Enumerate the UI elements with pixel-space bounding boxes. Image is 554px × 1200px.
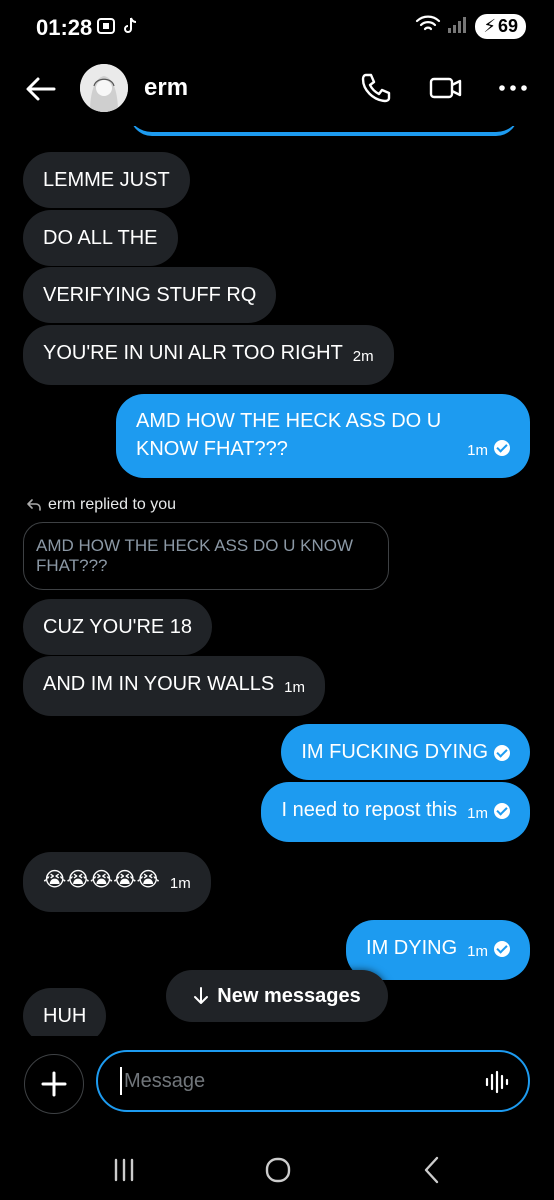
message-input[interactable] — [124, 1069, 464, 1093]
message-text: HUH — [43, 1005, 87, 1027]
message-text: AMD HOW THE HECK ASS DO U — [136, 410, 442, 432]
recent-apps-icon — [114, 1158, 134, 1182]
chat-header: erm — [0, 52, 554, 126]
message-outgoing[interactable]: IM DYING 1m — [346, 920, 530, 980]
system-back-button[interactable] — [414, 1152, 450, 1188]
message-text: CUZ YOU'RE 18 — [43, 616, 193, 638]
voice-call-button[interactable] — [357, 70, 393, 106]
status-time: 01:28 — [36, 15, 93, 40]
message-incoming[interactable]: VERIFYING STUFF RQ — [23, 267, 277, 323]
message-incoming[interactable]: CUZ YOU'RE 18 — [23, 599, 213, 655]
back-button[interactable] — [24, 72, 58, 106]
message-incoming[interactable]: 😭😭😭😭😭 1m — [23, 852, 211, 912]
video-camera-icon — [429, 77, 462, 99]
home-icon — [265, 1157, 291, 1183]
message-text: I need to repost this — [281, 799, 458, 821]
message-incoming[interactable]: LEMME JUST — [23, 152, 190, 208]
avatar-image — [80, 64, 128, 112]
add-attachment-button[interactable] — [24, 1054, 84, 1114]
composer — [0, 1036, 554, 1136]
message-text: AND IM IN YOUR WALLS — [43, 673, 275, 695]
read-check-icon — [494, 745, 510, 761]
contact-name[interactable]: erm — [144, 74, 188, 102]
quoted-message[interactable]: AMD HOW THE HECK ASS DO U KNOW FHAT??? — [23, 522, 389, 590]
message-text: KNOW FHAT??? — [136, 438, 288, 460]
read-check-icon — [494, 440, 510, 456]
message-incoming[interactable]: AND IM IN YOUR WALLS 1m — [23, 656, 325, 716]
message-timestamp: 1m — [284, 679, 305, 696]
new-messages-label: New messages — [217, 984, 361, 1007]
waveform-icon — [485, 1070, 509, 1094]
read-check-icon — [494, 803, 510, 819]
message-outgoing[interactable]: I need to repost this 1m — [261, 782, 530, 842]
reply-label-text: erm replied to you — [48, 496, 177, 513]
tiktok-icon — [120, 16, 140, 36]
text-caret — [120, 1067, 122, 1095]
plus-icon — [41, 1071, 67, 1097]
message-thread[interactable]: LEMME JUST DO ALL THE VERIFYING STUFF RQ… — [0, 126, 554, 1036]
avatar[interactable] — [80, 64, 128, 112]
read-check-icon — [494, 941, 510, 957]
home-button[interactable] — [260, 1152, 296, 1188]
message-timestamp: 2m — [352, 348, 374, 365]
message-incoming[interactable]: DO ALL THE — [23, 210, 178, 266]
reply-arrow-icon — [27, 499, 41, 511]
status-bar: 01:28 ⚡ 69 — [0, 0, 554, 52]
message-incoming[interactable]: YOU'RE IN UNI ALR TOO RIGHT 2m — [23, 325, 394, 385]
message-timestamp: 1m — [467, 943, 488, 960]
status-system-icons: ⚡ 69 — [415, 14, 526, 39]
message-outgoing[interactable]: AMD HOW THE HECK ASS DO U KNOW FHAT??? 1… — [116, 394, 530, 478]
voice-message-button[interactable] — [484, 1069, 510, 1095]
message-outgoing[interactable]: IM FUCKING DYING — [281, 724, 530, 780]
message-incoming[interactable]: HUH — [23, 988, 107, 1036]
message-text: YOU'RE IN UNI ALR TOO RIGHT — [43, 342, 343, 364]
arrow-left-icon — [26, 77, 56, 101]
quoted-text: AMD HOW THE HECK ASS DO U KNOW FHAT??? — [36, 536, 354, 575]
signal-icon — [447, 14, 469, 39]
recent-apps-button[interactable] — [106, 1152, 142, 1188]
previous-message-edge — [130, 126, 518, 136]
message-text: 😭😭😭😭😭 — [43, 869, 160, 891]
system-nav-bar — [0, 1136, 554, 1200]
battery-level: 69 — [497, 16, 518, 36]
video-call-button[interactable] — [428, 70, 464, 106]
wifi-icon — [415, 14, 441, 39]
more-options-button[interactable] — [496, 70, 532, 106]
charging-icon: ⚡ — [483, 16, 496, 36]
battery-indicator: ⚡ 69 — [475, 14, 526, 39]
arrow-down-icon — [194, 987, 209, 1004]
chevron-left-icon — [424, 1156, 439, 1184]
message-field[interactable] — [96, 1050, 530, 1112]
message-text: DO ALL THE — [43, 227, 158, 249]
status-notification-icons — [96, 16, 140, 36]
message-text: IM FUCKING DYING — [301, 741, 488, 763]
screenshot-icon — [96, 16, 116, 36]
new-messages-button[interactable]: New messages — [166, 970, 388, 1022]
message-timestamp: 1m — [467, 442, 488, 459]
reply-indicator: erm replied to you — [26, 496, 176, 514]
message-timestamp: 1m — [467, 805, 488, 822]
phone-icon — [361, 73, 391, 103]
message-text: IM DYING — [366, 937, 458, 959]
message-text: LEMME JUST — [43, 169, 170, 191]
message-timestamp: 1m — [169, 875, 191, 892]
more-icon — [499, 85, 527, 91]
message-text: VERIFYING STUFF RQ — [43, 284, 257, 306]
